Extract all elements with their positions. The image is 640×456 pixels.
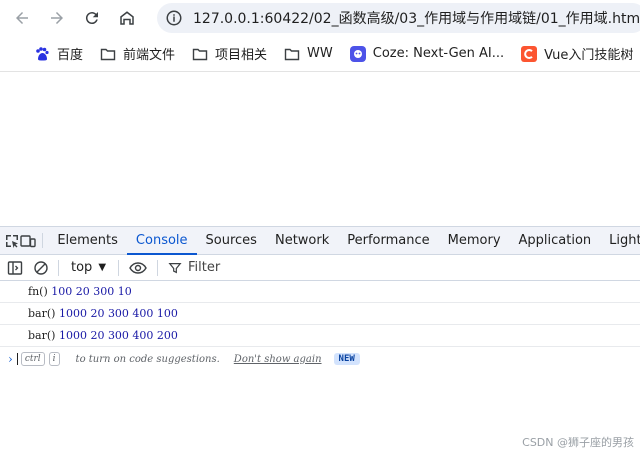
- arrow-right-icon: [51, 12, 63, 24]
- bookmark-vue-skill-tree[interactable]: Vue入门技能树: [521, 44, 633, 63]
- toolbar-divider: [58, 259, 59, 276]
- eye-icon: [129, 261, 147, 274]
- folder-icon: [192, 46, 208, 62]
- filter-funnel-icon: [168, 262, 182, 273]
- text-caret: [16, 353, 18, 365]
- filter-input[interactable]: Filter: [168, 260, 220, 275]
- log-values: 100 20 300 10: [51, 285, 132, 298]
- bookmark-ww[interactable]: WW: [284, 46, 333, 62]
- watermark: CSDN @狮子座的男孩: [522, 436, 634, 449]
- tab-sources[interactable]: Sources: [197, 227, 266, 254]
- folder-icon: [284, 46, 300, 62]
- device-mobile-icon: [20, 234, 36, 247]
- bookmark-label: Coze: Next-Gen AI...: [372, 46, 505, 61]
- inspect-element-button[interactable]: [4, 227, 20, 254]
- console-log-row: bar() 1000 20 300 400 100: [0, 303, 640, 325]
- kbd-ctrl: ctrl: [20, 352, 45, 366]
- bookmark-label: 前端文件: [123, 48, 176, 63]
- devtools-panel: Elements Console Sources Network Perform…: [0, 226, 640, 456]
- tab-application[interactable]: Application: [510, 227, 601, 254]
- bookmark-label: WW: [307, 46, 333, 61]
- context-value: top: [71, 260, 93, 275]
- baidu-paw-icon: [34, 46, 50, 62]
- back-button[interactable]: [7, 3, 37, 33]
- url-text[interactable]: 127.0.0.1:60422/02_函数高级/03_作用域与作用域链/01_作…: [193, 8, 640, 28]
- log-function-name: bar(): [28, 329, 56, 342]
- toolbar-divider: [118, 259, 120, 276]
- log-function-name: bar(): [28, 307, 56, 320]
- reload-icon: [85, 12, 98, 25]
- tab-performance[interactable]: Performance: [338, 227, 438, 254]
- console-prompt[interactable]: › ctrl i to turn on code suggestions. Do…: [0, 347, 640, 371]
- filter-placeholder: Filter: [188, 260, 221, 275]
- browser-toolbar: 127.0.0.1:60422/02_函数高级/03_作用域与作用域链/01_作…: [0, 0, 640, 36]
- console-log-row: fn() 100 20 300 10: [0, 281, 640, 303]
- forward-button[interactable]: [42, 3, 72, 33]
- sidebar-toggle-icon: [7, 260, 23, 275]
- context-selector[interactable]: top ▼: [63, 260, 114, 275]
- bookmark-frontend-files[interactable]: 前端文件: [100, 44, 175, 63]
- coze-icon: [349, 45, 366, 62]
- home-button[interactable]: [112, 3, 142, 33]
- console-output: fn() 100 20 300 10 bar() 1000 20 300 400…: [0, 281, 640, 371]
- show-sidebar-button[interactable]: [2, 255, 28, 281]
- inspect-cursor-icon: [6, 234, 18, 248]
- bookmark-project-related[interactable]: 项目相关: [192, 44, 267, 63]
- home-icon: [120, 11, 134, 25]
- tab-lighthouse[interactable]: Lighthouse: [600, 227, 640, 254]
- dropdown-arrow-icon: ▼: [98, 262, 107, 273]
- bookmark-coze[interactable]: Coze: Next-Gen AI...: [349, 45, 505, 62]
- csdn-icon: [521, 45, 538, 62]
- log-function-name: fn(): [28, 285, 48, 298]
- bookmark-label: Vue入门技能树: [544, 48, 634, 63]
- log-values: 1000 20 300 400 100: [58, 307, 178, 320]
- address-bar[interactable]: 127.0.0.1:60422/02_函数高级/03_作用域与作用域链/01_作…: [157, 3, 640, 33]
- arrow-left-icon: [16, 12, 28, 24]
- dont-show-again-link[interactable]: Don't show again: [234, 354, 322, 365]
- bookmark-label: 百度: [57, 48, 84, 63]
- kbd-i: i: [48, 352, 60, 366]
- folder-icon: [100, 46, 116, 62]
- code-suggestion-hint: to turn on code suggestions.: [75, 353, 220, 365]
- log-values: 1000 20 300 400 200: [58, 329, 178, 342]
- tab-memory[interactable]: Memory: [439, 227, 510, 254]
- bookmark-label: 项目相关: [215, 48, 268, 63]
- console-log-row: bar() 1000 20 300 400 200: [0, 325, 640, 347]
- tab-elements[interactable]: Elements: [48, 227, 127, 254]
- reload-button[interactable]: [77, 3, 107, 33]
- device-toolbar-button[interactable]: [20, 227, 36, 254]
- new-badge: NEW: [333, 353, 360, 365]
- info-icon[interactable]: [165, 9, 183, 27]
- toolbar-divider: [157, 259, 159, 276]
- live-expression-button[interactable]: [123, 255, 153, 281]
- clear-console-button[interactable]: [28, 255, 54, 281]
- bookmark-baidu[interactable]: 百度: [34, 44, 83, 63]
- devtools-tabbar: Elements Console Sources Network Perform…: [0, 227, 640, 255]
- clear-block-icon: [34, 260, 48, 275]
- console-toolbar: top ▼ Filter: [0, 255, 640, 281]
- bookmarks-bar: 百度 前端文件 项目相关 WW Coze: Next-Gen AI... Vue…: [0, 36, 640, 72]
- prompt-chevron-icon: ›: [8, 352, 13, 366]
- tab-network[interactable]: Network: [266, 227, 338, 254]
- tab-console[interactable]: Console: [126, 227, 197, 255]
